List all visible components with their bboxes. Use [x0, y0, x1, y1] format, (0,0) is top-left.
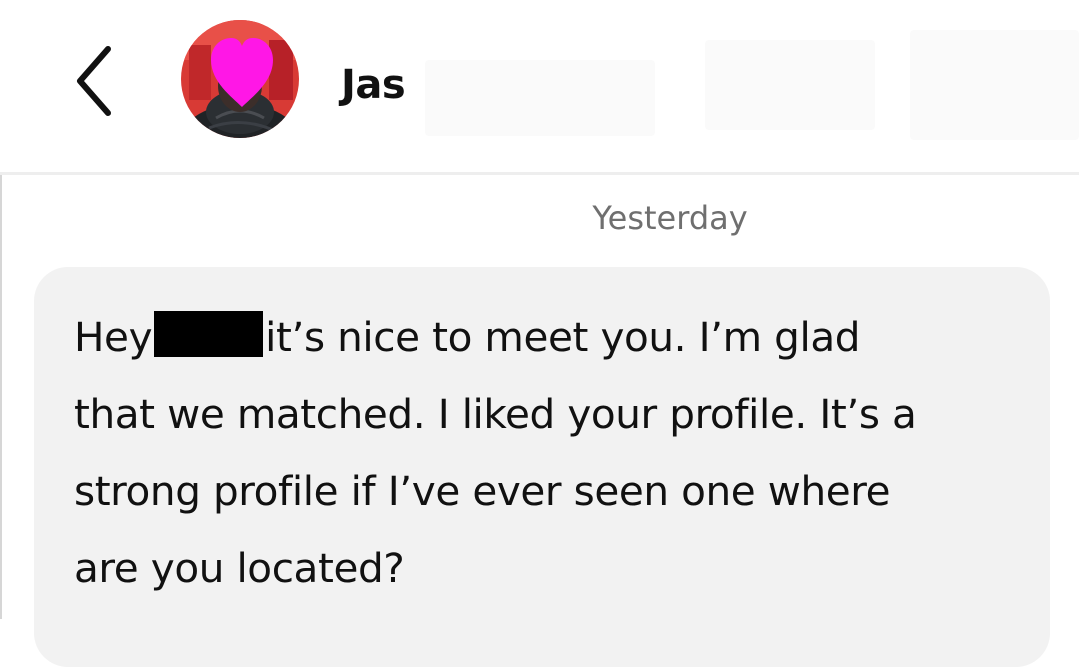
blurred-area [425, 60, 655, 136]
chat-header: Jas [0, 0, 1079, 172]
message-line-2: that we matched. I liked your profile. I… [74, 390, 917, 438]
chevron-left-icon [77, 46, 111, 116]
contact-name[interactable]: Jas [341, 56, 406, 114]
heart-icon [211, 38, 273, 107]
message-line-1: it’s nice to meet you. I’m glad [265, 313, 861, 361]
message-greeting: Hey [74, 313, 153, 361]
blurred-area [910, 30, 1079, 140]
message-text: Hey it’s nice to meet you. I’m glad that … [74, 299, 1034, 607]
message-line-4: are you located? [74, 544, 405, 592]
date-separator: Yesterday [592, 199, 748, 237]
cutoff-text-fragment [74, 608, 254, 619]
blurred-area [705, 40, 875, 130]
redaction-box [154, 311, 264, 357]
message-line-3: strong profile if I’ve ever seen one whe… [74, 467, 891, 515]
avatar[interactable] [181, 20, 299, 138]
back-button[interactable] [58, 36, 128, 126]
message-line: Hey it’s nice to meet you. I’m glad [74, 299, 1034, 376]
header-divider [0, 172, 1079, 175]
